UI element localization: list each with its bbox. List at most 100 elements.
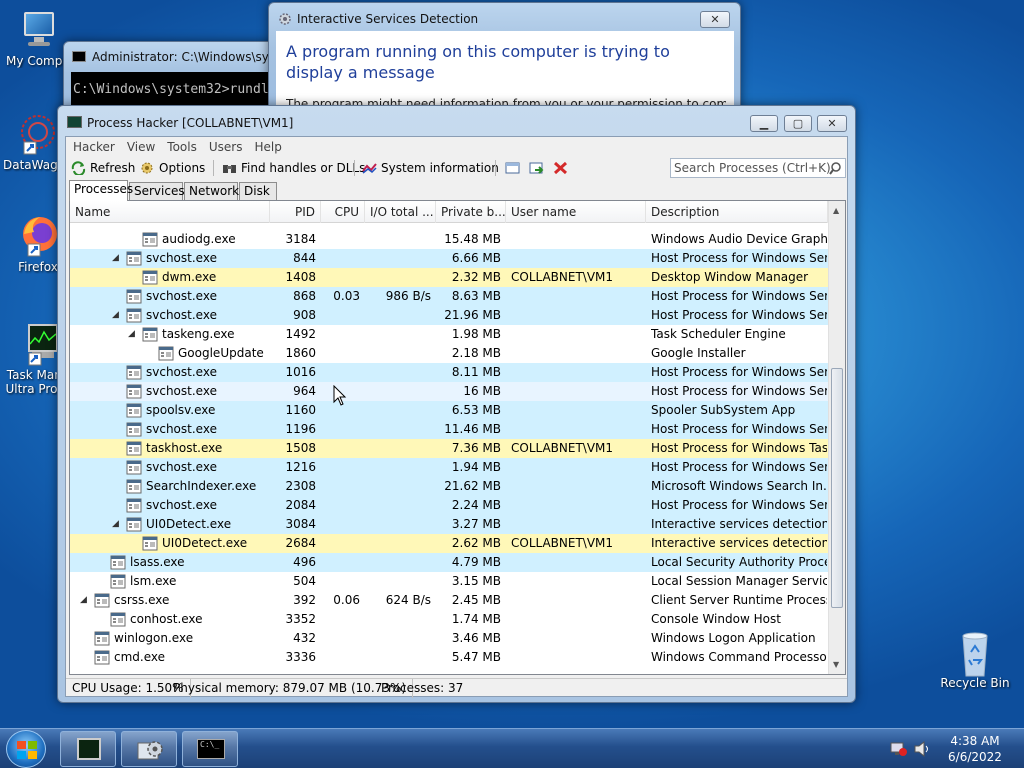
- refresh-button[interactable]: Refresh: [71, 159, 135, 177]
- scrollbar-thumb[interactable]: [831, 368, 843, 608]
- vertical-scrollbar[interactable]: ▲ ▼: [828, 201, 845, 674]
- cell-io-total: [365, 249, 431, 268]
- window-icon-button[interactable]: [505, 159, 521, 177]
- tab-network[interactable]: Network: [184, 182, 240, 200]
- table-row[interactable]: ◢ svchost.exe 844 6.66 MB Host Process for W…: [70, 249, 828, 268]
- clock[interactable]: 4:38 AM 6/6/2022: [940, 733, 1010, 765]
- task-manager-icon: [16, 322, 60, 366]
- tab-disk[interactable]: Disk: [239, 182, 277, 200]
- table-row[interactable]: lsass.exe 496 4.79 MB Local Security Author…: [70, 553, 828, 572]
- cell-private-bytes: 1.74 MB: [451, 612, 501, 626]
- cell-description: Interactive services detection: [651, 536, 827, 550]
- col-private-bytes[interactable]: Private b...: [436, 201, 506, 223]
- terminate-button[interactable]: [553, 159, 569, 177]
- col-name[interactable]: Name: [70, 201, 270, 223]
- tree-expander-icon[interactable]: ◢: [80, 591, 88, 610]
- tree-expander-icon[interactable]: ◢: [112, 515, 120, 534]
- cell-private-bytes: 2.32 MB: [451, 270, 501, 284]
- minimize-button[interactable]: ▁: [750, 115, 778, 132]
- cell-cpu: [321, 515, 360, 534]
- menu-tools[interactable]: Tools: [161, 138, 203, 156]
- close-button[interactable]: ✕: [817, 115, 847, 132]
- find-handles-button[interactable]: Find handles or DLLs: [222, 159, 365, 177]
- network-icon[interactable]: [890, 741, 908, 757]
- table-row[interactable]: winlogon.exe 432 3.46 MB Windows Logon Appl…: [70, 629, 828, 648]
- process-list[interactable]: Name PID CPU I/O total ... Private b... …: [69, 200, 846, 675]
- tree-expander-icon[interactable]: ◢: [128, 325, 136, 344]
- volume-icon[interactable]: [914, 741, 932, 757]
- menu-users[interactable]: Users: [203, 138, 249, 156]
- status-processes: Processes: 37: [381, 681, 464, 695]
- table-row[interactable]: UI0Detect.exe 2684 2.62 MB COLLABNET\VM1 Int…: [70, 534, 828, 553]
- tab-processes[interactable]: Processes: [69, 180, 133, 201]
- table-row[interactable]: dwm.exe 1408 2.32 MB COLLABNET\VM1 Desktop W…: [70, 268, 828, 287]
- taskbar-process-hacker[interactable]: [60, 731, 116, 767]
- table-row[interactable]: audiodg.exe 3184 15.48 MB Windows Audio Dev…: [70, 230, 828, 249]
- start-button[interactable]: [6, 730, 46, 768]
- menu-hacker[interactable]: Hacker: [67, 138, 121, 156]
- cell-user-name: [511, 287, 643, 306]
- recycle-bin-icon: [953, 630, 997, 677]
- close-icon: ✕: [827, 117, 837, 130]
- table-row[interactable]: svchost.exe 964 16 MB Host Process for Wind…: [70, 382, 828, 401]
- taskbar-cmd[interactable]: C:\_: [182, 731, 238, 767]
- col-user-name[interactable]: User name: [506, 201, 646, 223]
- table-row[interactable]: svchost.exe 2084 2.24 MB Host Process for W…: [70, 496, 828, 515]
- col-pid[interactable]: PID: [270, 201, 321, 223]
- maximize-button[interactable]: ▢: [784, 115, 812, 132]
- cell-description: Host Process for Windows Tas...: [651, 441, 827, 455]
- firefox-icon: [16, 214, 60, 258]
- table-row[interactable]: SearchIndexer.exe 2308 21.62 MB Microsoft W…: [70, 477, 828, 496]
- table-row[interactable]: cmd.exe 3336 5.47 MB Windows Command Proces…: [70, 648, 828, 667]
- tab-label: Processes: [74, 182, 134, 196]
- table-row[interactable]: svchost.exe 1216 1.94 MB Host Process for W…: [70, 458, 828, 477]
- table-row[interactable]: conhost.exe 3352 1.74 MB Console Window Hos…: [70, 610, 828, 629]
- search-input[interactable]: Search Processes (Ctrl+K): [670, 158, 846, 178]
- table-row[interactable]: svchost.exe 1016 8.11 MB Host Process for W…: [70, 363, 828, 382]
- cell-name: audiodg.exe: [162, 232, 236, 246]
- cell-user-name: [511, 629, 643, 648]
- tab-label: Network: [189, 184, 240, 198]
- scroll-up-icon[interactable]: ▲: [833, 206, 839, 215]
- system-information-button[interactable]: System information: [362, 159, 499, 177]
- cell-description: Desktop Window Manager: [651, 270, 809, 284]
- process-icon: [126, 308, 142, 323]
- go-to-window-button[interactable]: [529, 159, 545, 177]
- table-row[interactable]: ◢ svchost.exe 908 21.96 MB Host Process for …: [70, 306, 828, 325]
- cell-description: Host Process for Windows Ser...: [651, 365, 827, 379]
- cell-cpu: [321, 572, 360, 591]
- table-row[interactable]: GoogleUpdate.... 1860 2.18 MB Google Instal…: [70, 344, 828, 363]
- table-row[interactable]: spoolsv.exe 1160 6.53 MB Spooler SubSystem …: [70, 401, 828, 420]
- process-hacker-window[interactable]: Process Hacker [COLLABNET\VM1] ▁ ▢ ✕ Hac…: [57, 105, 856, 703]
- scroll-down-icon[interactable]: ▼: [833, 660, 839, 669]
- taskbar-uidetect[interactable]: [121, 731, 177, 767]
- computer-icon: [16, 8, 60, 52]
- maximize-icon: ▢: [792, 117, 804, 130]
- table-row[interactable]: svchost.exe 1196 11.46 MB Host Process for …: [70, 420, 828, 439]
- table-row[interactable]: svchost.exe 868 0.03 986 B/s 8.63 MB Host Pro…: [70, 287, 828, 306]
- cell-pid: 3184: [285, 232, 316, 246]
- menu-help[interactable]: Help: [248, 138, 287, 156]
- uidetect-close-button[interactable]: ✕: [700, 11, 730, 28]
- menu-view[interactable]: View: [121, 138, 161, 156]
- tree-expander-icon[interactable]: ◢: [112, 249, 120, 268]
- process-icon: [126, 403, 142, 418]
- col-cpu[interactable]: CPU: [321, 201, 365, 223]
- cell-private-bytes: 2.45 MB: [451, 593, 501, 607]
- table-row[interactable]: taskhost.exe 1508 7.36 MB COLLABNET\VM1 Host…: [70, 439, 828, 458]
- col-io-total[interactable]: I/O total ...: [365, 201, 436, 223]
- table-row[interactable]: lsm.exe 504 3.15 MB Local Session Manager S…: [70, 572, 828, 591]
- col-description[interactable]: Description: [646, 201, 828, 223]
- table-row[interactable]: ◢ csrss.exe 392 0.06 624 B/s 2.45 MB Client Se…: [70, 591, 828, 610]
- uidetect-window[interactable]: Interactive Services Detection ✕ A progr…: [268, 2, 741, 117]
- desktop-icon-recycle-bin[interactable]: Recycle Bin: [937, 630, 1013, 690]
- cell-private-bytes: 2.62 MB: [451, 536, 501, 550]
- gear-icon: [278, 12, 292, 26]
- options-button[interactable]: Options: [140, 159, 205, 177]
- cell-cpu: [321, 325, 360, 344]
- tab-services[interactable]: Services: [129, 182, 185, 200]
- table-row[interactable]: ◢ UI0Detect.exe 3084 3.27 MB Interactive ser…: [70, 515, 828, 534]
- tree-expander-icon[interactable]: ◢: [112, 306, 120, 325]
- table-row[interactable]: ◢ taskeng.exe 1492 1.98 MB Task Scheduler En…: [70, 325, 828, 344]
- cell-cpu: [321, 306, 360, 325]
